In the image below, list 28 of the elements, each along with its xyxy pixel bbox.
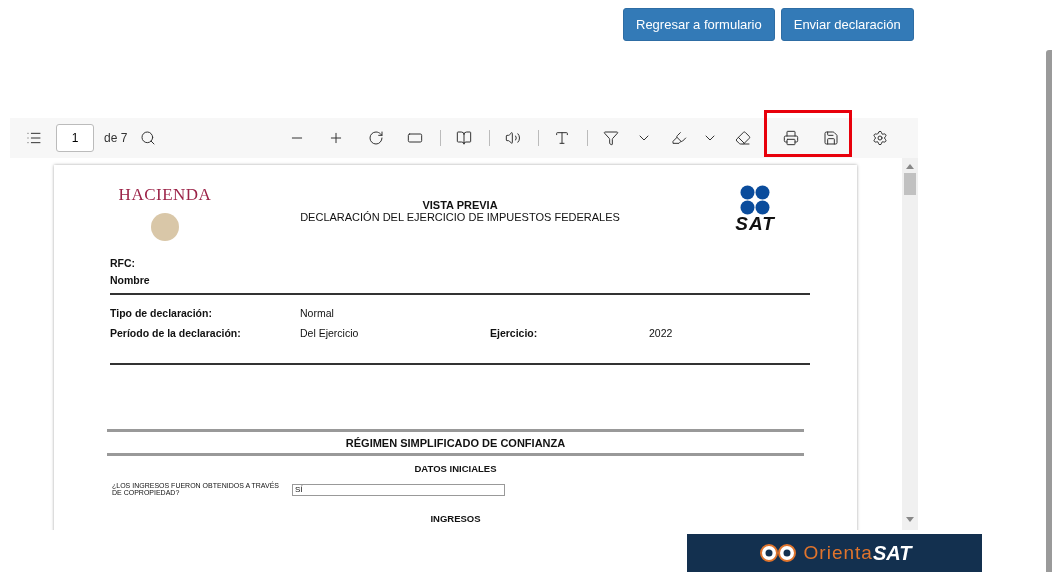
banner-brand: SAT [872, 541, 912, 565]
subsection-title: INGRESOS [429, 511, 482, 524]
hacienda-logo: HACIENDA [118, 185, 212, 205]
dots-logo-icon [740, 185, 770, 215]
field-label: Ejercicio: [490, 327, 539, 339]
field-label: Período de la declaración: [110, 327, 242, 339]
scrollbar[interactable] [1046, 50, 1052, 572]
field-value: Normal [300, 307, 335, 319]
field-label: RFC: [110, 257, 137, 271]
seal-icon [151, 213, 179, 241]
banner-text: Orienta [803, 542, 873, 564]
section-title: RÉGIMEN SIMPLIFICADO DE CONFIANZA [344, 436, 567, 451]
answer-field: SÍ [292, 484, 505, 496]
orientasat-banner[interactable]: OrientaSAT [687, 534, 982, 572]
page-number-input[interactable]: 1 [56, 124, 94, 152]
subsection-title: DATOS INICIALES [413, 462, 498, 476]
action-button[interactable]: Regresar a formulario [623, 8, 775, 41]
document-subtitle: DECLARACIÓN DEL EJERCICIO DE IMPUESTOS FEDERALES [300, 211, 620, 223]
field-label: Nombre [110, 274, 151, 288]
scrollbar[interactable] [902, 158, 918, 530]
field-value: 2022 [649, 327, 674, 339]
page-count: de 7 [104, 131, 128, 145]
field-value: Del Ejercicio [300, 327, 360, 339]
document-title: VISTA PREVIA [422, 199, 498, 211]
field-label: Tipo de declaración: [110, 307, 213, 319]
action-button[interactable]: Enviar declaración [780, 8, 914, 41]
owl-eyes-icon [757, 541, 798, 565]
sat-logo: SAT [735, 213, 775, 235]
